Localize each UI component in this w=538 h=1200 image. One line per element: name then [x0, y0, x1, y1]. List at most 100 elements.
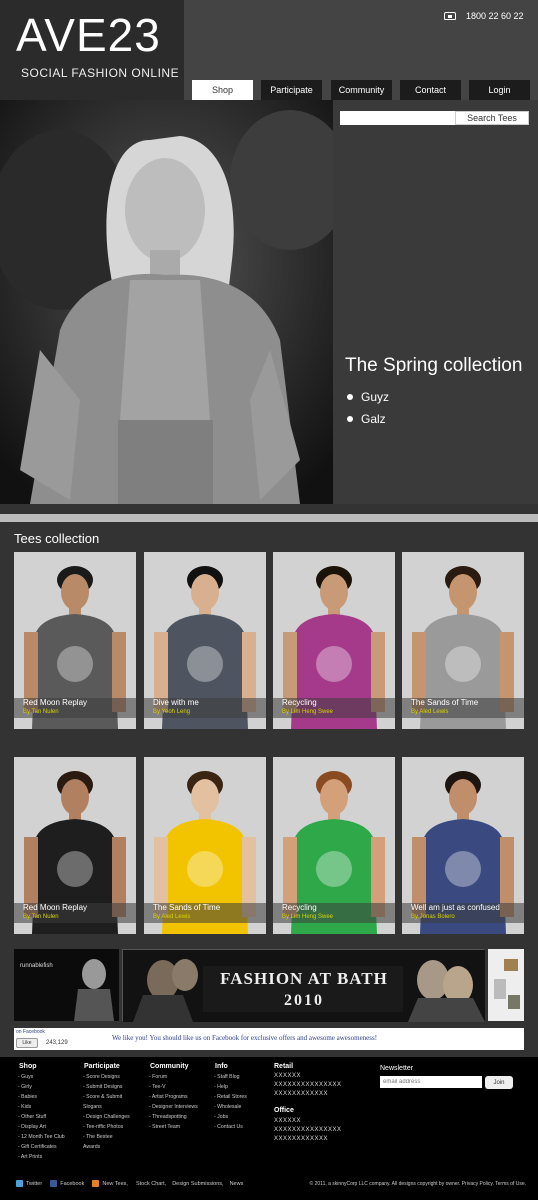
nav-contact[interactable]: Contact [400, 80, 461, 100]
tee-card[interactable]: Dive with me By Yeoh Leng [144, 552, 266, 729]
footer-info-links: - Staff Blog - Help - Retail Stores - Whole… [214, 1072, 247, 1132]
footer-link[interactable]: - Art Prints [18, 1152, 65, 1162]
social-twitter-link[interactable]: Twitter [26, 1181, 42, 1187]
footer-link[interactable]: - Designer Interviews [149, 1102, 198, 1112]
tee-card[interactable]: Red Moon Replay By Tan Nulen [14, 552, 136, 729]
nav-participate[interactable]: Participate [261, 80, 322, 100]
tee-card[interactable]: The Sands of Time By Aled Lewis [402, 552, 524, 729]
footer-link[interactable]: - Artist Programs [149, 1092, 198, 1102]
footer-link[interactable]: - Wholesale [214, 1102, 247, 1112]
tee-caption: Well am just as confused By Jonas Bolero [402, 903, 524, 923]
footer-link[interactable]: - Submit Designs [83, 1082, 130, 1092]
tee-name[interactable]: Red Moon Replay [23, 903, 136, 913]
newsletter-join-button[interactable]: Join [485, 1076, 513, 1089]
footer-community-title: Community [150, 1063, 189, 1070]
tee-card[interactable]: Recycling By Lim Heng Swee [273, 757, 395, 934]
tee-caption: The Sands of Time By Aled Lewis [144, 903, 266, 923]
tee-author[interactable]: By Aled Lewis [153, 913, 266, 921]
footer-link[interactable]: Slogans [83, 1102, 130, 1112]
rss-new-tees-link[interactable]: New Tees, [102, 1181, 128, 1187]
tee-author[interactable]: By Lim Heng Swee [282, 708, 395, 716]
footer-link[interactable]: - Tee-riffic Photos [83, 1122, 130, 1132]
footer-link[interactable]: - Guys [18, 1072, 65, 1082]
tee-card[interactable]: Red Moon Replay By Tan Nulen [14, 757, 136, 934]
footer-link[interactable]: Awards [83, 1142, 130, 1152]
tee-name[interactable]: Recycling [282, 903, 395, 913]
footer-link[interactable]: - Design Challenges [83, 1112, 130, 1122]
phone-icon [444, 12, 456, 20]
footer-link[interactable]: - Score & Submit [83, 1092, 130, 1102]
tee-author[interactable]: By Yeoh Leng [153, 708, 266, 716]
tee-name[interactable]: The Sands of Time [153, 903, 266, 913]
collection-link-guyz[interactable]: Guyz [347, 390, 389, 404]
footer-link[interactable]: - Score Designs [83, 1072, 130, 1082]
nav-login[interactable]: Login [469, 80, 530, 100]
tee-name[interactable]: Dive with me [153, 698, 266, 708]
footer-link[interactable]: - 12 Month Tee Club [18, 1132, 65, 1142]
banner-photo [488, 949, 524, 1021]
tee-caption: Red Moon Replay By Tan Nulen [14, 698, 136, 718]
tee-name[interactable]: Recycling [282, 698, 395, 708]
facebook-like-button[interactable]: Like [16, 1038, 38, 1048]
bullet-icon [347, 394, 353, 400]
banner-year: 2010 [284, 992, 324, 1009]
search-input[interactable] [340, 111, 455, 125]
nav-shop[interactable]: Shop [192, 80, 253, 100]
facebook-label[interactable]: on Facebook [16, 1029, 45, 1035]
bullet-icon [347, 416, 353, 422]
tee-name[interactable]: Red Moon Replay [23, 698, 136, 708]
footer-link[interactable]: - The Bestee [83, 1132, 130, 1142]
tee-author[interactable]: By Tan Nulen [23, 708, 136, 716]
footer-link[interactable]: - Retail Stores [214, 1092, 247, 1102]
banner-photo: runnablefish [14, 949, 119, 1021]
footer-link[interactable]: - Girly [18, 1082, 65, 1092]
footer-link[interactable]: - Babies [18, 1092, 65, 1102]
newsletter-email-input[interactable] [380, 1076, 482, 1088]
tee-card[interactable]: Well am just as confused By Jonas Bolero [402, 757, 524, 934]
tee-name[interactable]: The Sands of Time [411, 698, 524, 708]
collection-link-label: Guyz [361, 390, 390, 404]
logo[interactable]: AVE23 SOCIAL FASHION ONLINE [0, 0, 184, 100]
footer-link[interactable]: - Other Stuff [18, 1112, 65, 1122]
rss-stock-chart-link[interactable]: Stock Chart, [136, 1181, 166, 1187]
footer-link[interactable]: - Threadspotting [149, 1112, 198, 1122]
rss-design-submissions-link[interactable]: Design Submissions, [172, 1181, 223, 1187]
tee-author[interactable]: By Lim Heng Swee [282, 913, 395, 921]
tee-author[interactable]: By Aled Lewis [411, 708, 524, 716]
nav-community[interactable]: Community [331, 80, 392, 100]
footer-bottom-bar: Twitter Facebook New Tees, Stock Chart, … [16, 1180, 526, 1187]
footer-retail-title: Retail [274, 1063, 294, 1070]
tee-caption: Dive with me By Yeoh Leng [144, 698, 266, 718]
tee-card[interactable]: The Sands of Time By Aled Lewis [144, 757, 266, 934]
tee-author[interactable]: By Tan Nulen [23, 913, 136, 921]
footer-link[interactable]: - Jobs [214, 1112, 247, 1122]
footer-link[interactable]: - Street Team [149, 1122, 198, 1132]
footer-address-line: XXXXXXXXXXXXXXX [274, 1082, 342, 1088]
banner-fashion-at-bath[interactable]: FASHION AT BATH 2010 [122, 949, 485, 1022]
footer-participate-links: - Score Designs - Submit Designs - Score &… [83, 1072, 130, 1152]
footer-link[interactable]: - Contact Us [214, 1122, 247, 1132]
tee-name[interactable]: Well am just as confused [411, 903, 524, 913]
footer-link[interactable]: - Tee-V [149, 1082, 198, 1092]
banner-graphic: FASHION AT BATH 2010 [123, 950, 485, 1022]
tee-card[interactable]: Recycling By Lim Heng Swee [273, 552, 395, 729]
banner-runnablefish[interactable]: runnablefish [14, 949, 119, 1021]
hero-slideshow[interactable] [0, 100, 333, 504]
footer-retail-address: XXXXXX XXXXXXXXXXXXXXX XXXXXXXXXXXX [274, 1072, 342, 1099]
collection-link-galz[interactable]: Galz [347, 412, 386, 426]
tee-caption: The Sands of Time By Aled Lewis [402, 698, 524, 718]
footer-link[interactable]: - Gift Certificates [18, 1142, 65, 1152]
footer-link[interactable]: - Help [214, 1082, 247, 1092]
banner-accessories[interactable] [488, 949, 524, 1021]
footer-link[interactable]: - Display Art [18, 1122, 65, 1132]
footer-link[interactable]: - Forum [149, 1072, 198, 1082]
footer-link[interactable]: - Kids [18, 1102, 65, 1112]
tee-author[interactable]: By Jonas Bolero [411, 913, 524, 921]
footer-address-line: XXXXXXXXXXXX [274, 1136, 329, 1142]
footer-shop-title: Shop [19, 1063, 37, 1070]
footer-link[interactable]: - Staff Blog [214, 1072, 247, 1082]
rss-news-link[interactable]: News [230, 1181, 244, 1187]
social-facebook-link[interactable]: Facebook [60, 1181, 84, 1187]
search-button[interactable]: Search Tees [455, 111, 529, 125]
collection-link-label: Galz [361, 412, 386, 426]
